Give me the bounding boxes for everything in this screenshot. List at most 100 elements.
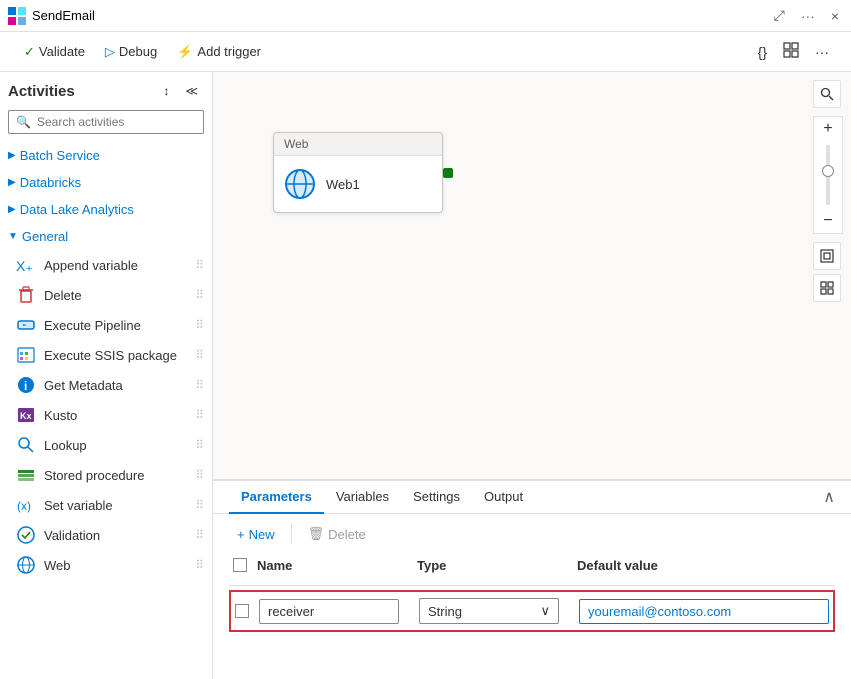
tab-parameters[interactable]: Parameters [229,481,324,514]
drag-icon: ⠿ [195,408,204,422]
row-default-value-cell [575,597,833,626]
trigger-icon: ⚡ [177,44,193,60]
sidebar-item-validation[interactable]: Validation ⠿ [0,520,212,550]
collapse-panel-button[interactable]: ∧ [823,487,835,507]
canvas[interactable]: Web Web1 [213,72,851,479]
header-checkbox[interactable] [233,558,247,572]
toolbar: ✓ Validate ▷ Debug ⚡ Add trigger {} ··· [0,32,851,72]
canvas-zoom-slider[interactable] [826,145,830,205]
execute-ssis-icon [16,345,36,365]
sidebar-header-icons: ↕ ≪ [157,80,204,102]
sidebar-category-databricks[interactable]: ▶ Databricks [0,169,212,196]
search-input[interactable] [8,110,204,134]
caret-icon: ▶ [8,177,16,188]
caret-icon: ▶ [8,204,16,215]
parameter-default-value-input[interactable] [579,599,829,624]
expand-window-button[interactable]: ⤢ [770,5,789,26]
svg-text:(x): (x) [17,499,31,513]
delete-trash-icon: 🗑 [308,526,325,542]
content-area: Activities ↕ ≪ 🔍 ▶ Batch Service ▶ Datab… [0,72,851,679]
item-label: Web [44,558,71,573]
new-button-label: New [249,527,275,542]
more-options-button[interactable]: ··· [797,6,819,26]
parameters-table: Name Type Default value String ∨ [213,554,851,632]
canvas-right-toolbar: + − [813,80,843,302]
canvas-zoom-in-button[interactable]: + [814,117,842,141]
drag-icon: ⠿ [195,528,204,542]
item-label: Append variable [44,258,138,273]
node-type-label: Web [284,137,308,151]
sidebar-item-execute-ssis[interactable]: Execute SSIS package ⠿ [0,340,212,370]
sidebar-collapse-button[interactable]: ≪ [179,80,204,102]
bottom-panel: Parameters Variables Settings Output ∧ +… [213,479,851,679]
tab-settings[interactable]: Settings [401,481,472,514]
plus-icon: + [237,527,245,542]
code-button[interactable]: {} [752,38,773,65]
bottom-toolbar: + New 🗑 Delete [213,514,851,554]
delete-parameter-button[interactable]: 🗑 Delete [300,522,374,546]
activity-node[interactable]: Web Web1 [273,132,443,213]
layout-button[interactable] [813,274,841,302]
node-box: Web Web1 [273,132,443,213]
set-variable-icon: (x) [16,495,36,515]
drag-icon: ⠿ [195,318,204,332]
parameter-name-input[interactable] [259,599,399,624]
sidebar-item-execute-pipeline[interactable]: Execute Pipeline ⠿ [0,310,212,340]
node-body: Web1 [274,156,442,212]
sidebar-item-delete[interactable]: Delete ⠿ [0,280,212,310]
dataflow-icon [783,42,799,58]
canvas-search-button[interactable] [813,80,841,108]
get-metadata-icon: i [16,375,36,395]
svg-text:Kx: Kx [20,411,32,421]
canvas-zoom-out-button[interactable]: − [814,209,842,233]
search-icon: 🔍 [16,115,31,129]
validate-icon: ✓ [24,44,35,60]
web-activity-icon [284,168,316,200]
sidebar-item-kusto[interactable]: Kx Kusto ⠿ [0,400,212,430]
sidebar-header: Activities ↕ ≪ [0,72,212,106]
app-logo-icon [8,7,26,25]
header-default-value: Default value [573,554,835,579]
row-checkbox-cell [231,602,255,620]
drag-icon: ⠿ [195,438,204,452]
sidebar-category-batch-service[interactable]: ▶ Batch Service [0,142,212,169]
tab-variables[interactable]: Variables [324,481,401,514]
title-bar-right: ⤢ ··· × [770,5,843,26]
type-value: String [428,604,462,619]
tab-output[interactable]: Output [472,481,535,514]
sidebar-item-stored-procedure[interactable]: Stored procedure ⠿ [0,460,212,490]
canvas-search-icon [820,87,834,101]
close-button[interactable]: × [827,6,843,26]
dropdown-chevron-icon: ∨ [540,603,550,619]
append-variable-icon: X₊ [16,255,36,275]
sidebar-category-general[interactable]: ▼ General [0,223,212,250]
drag-icon: ⠿ [195,288,204,302]
more-toolbar-button[interactable]: ··· [809,38,835,65]
category-label: Batch Service [20,148,100,163]
fit-screen-button[interactable] [813,242,841,270]
row-type-cell: String ∨ [415,596,575,626]
node-connector[interactable] [443,168,453,178]
canvas-zoom-thumb [822,165,834,177]
add-trigger-button[interactable]: ⚡ Add trigger [169,40,269,64]
sidebar-item-web[interactable]: Web ⠿ [0,550,212,580]
drag-icon: ⠿ [195,378,204,392]
sidebar-item-set-variable[interactable]: (x) Set variable ⠿ [0,490,212,520]
stored-procedure-icon [16,465,36,485]
web-icon [16,555,36,575]
lookup-icon [16,435,36,455]
parameter-type-select[interactable]: String ∨ [419,598,559,624]
validate-button[interactable]: ✓ Validate [16,40,93,64]
item-label: Delete [44,288,82,303]
sidebar-item-get-metadata[interactable]: i Get Metadata ⠿ [0,370,212,400]
category-label: Databricks [20,175,81,190]
row-checkbox[interactable] [235,604,249,618]
sidebar-filter-button[interactable]: ↕ [157,80,175,102]
svg-text:X₊: X₊ [16,258,33,274]
sidebar-category-data-lake[interactable]: ▶ Data Lake Analytics [0,196,212,223]
debug-button[interactable]: ▷ Debug [97,40,165,64]
sidebar-item-append-variable[interactable]: X₊ Append variable ⠿ [0,250,212,280]
sidebar-item-lookup[interactable]: Lookup ⠿ [0,430,212,460]
new-parameter-button[interactable]: + New [229,523,283,546]
dataflow-button[interactable] [777,38,805,65]
